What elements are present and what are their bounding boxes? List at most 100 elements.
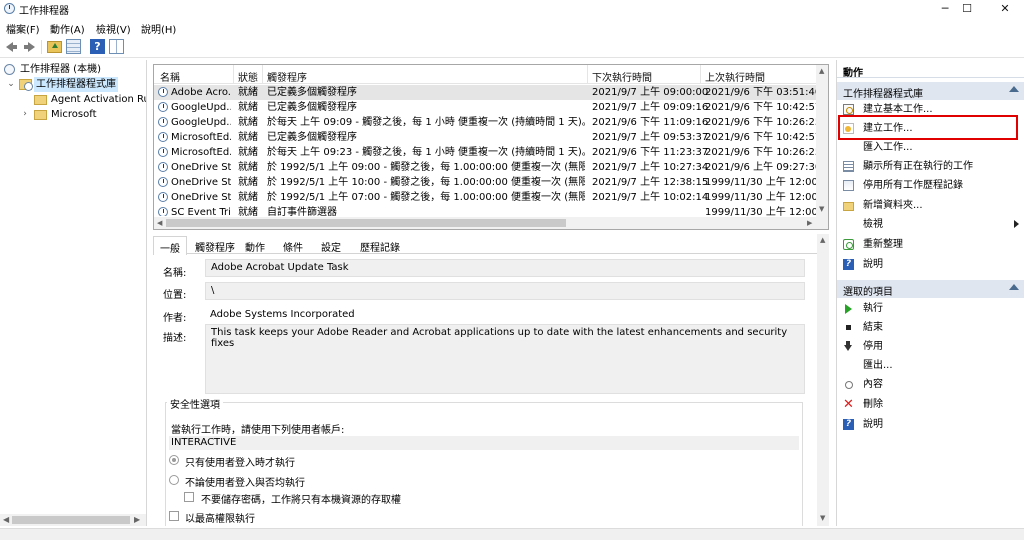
menu-view[interactable]: 檢視(V) [96,21,131,36]
column-header-status[interactable]: 狀態 [238,69,258,84]
task-list-horizontal-scrollbar[interactable]: ◀ ▶ [154,217,818,229]
task-next-run: 2021/9/6 下午 11:23:37 [592,147,709,158]
scroll-right-icon[interactable]: ▶ [807,219,812,227]
tab-triggers[interactable]: 觸發程序 [195,239,235,254]
chevron-down-icon[interactable]: ⌄ [6,77,16,92]
action-properties[interactable]: 內容 [837,375,1024,394]
table-row[interactable]: GoogleUpd... 就緒 於每天 上午 09:09 - 觸發之後，每 1 … [154,115,818,130]
table-row[interactable]: GoogleUpd... 就緒 已定義多個觸發程序 2021/9/7 上午 09… [154,100,818,115]
location-field[interactable]: \ [205,282,805,300]
task-name: SC Event Tri... [171,207,231,216]
menu-action[interactable]: 動作(A) [50,21,85,36]
scroll-up-icon[interactable]: ▲ [819,67,824,75]
task-next-run: 2021/9/7 上午 09:09:16 [592,102,709,113]
collapse-up-icon[interactable] [1009,284,1019,290]
run-as-text: 當執行工作時，請使用下列使用者帳戶: [171,425,345,436]
logged-on-only-radio[interactable] [169,455,179,465]
column-divider[interactable] [700,65,701,84]
actions-pane-title: 動作 [837,60,1024,79]
tree-root-label: 工作排程器 (本機) [20,64,101,75]
detail-vertical-scrollbar[interactable]: ▲ ▼ [817,234,829,526]
tree-horizontal-scrollbar[interactable]: ◀ ▶ [0,514,146,526]
menu-help[interactable]: 說明(H) [141,21,176,36]
table-row[interactable]: OneDrive St... 就緒 於 1992/5/1 上午 09:00 - … [154,160,818,175]
task-last-run: 2021/9/6 下午 10:42:57 [705,132,817,143]
scroll-down-icon[interactable]: ▼ [820,514,825,522]
column-header-name[interactable]: 名稱 [160,69,180,84]
help-icon[interactable]: ? [90,39,105,54]
collapse-up-icon[interactable] [1009,86,1019,92]
section-selected-item[interactable]: 選取的項目 [837,280,1024,298]
table-row[interactable]: OneDrive St... 就緒 於 1992/5/1 上午 07:00 - … [154,190,818,205]
action-view[interactable]: 檢視 [837,215,1024,234]
action-import-task[interactable]: 匯入工作... [837,138,1024,157]
task-trigger: 已定義多個觸發程序 [267,87,357,98]
action-run[interactable]: 執行 [837,299,1024,318]
action-new-folder[interactable]: 新增資料夾... [837,196,1024,215]
maximize-button[interactable]: ☐ [948,0,986,17]
section-library[interactable]: 工作排程器程式庫 [837,82,1024,100]
scroll-thumb[interactable] [12,516,130,524]
column-header-trigger[interactable]: 觸發程序 [267,69,307,84]
delete-x-icon: ✕ [843,397,854,412]
action-refresh[interactable]: 重新整理 [837,235,1024,254]
description-field[interactable]: This task keeps your Adobe Reader and Ac… [205,324,805,394]
name-field[interactable]: Adobe Acrobat Update Task [205,259,805,277]
highest-privileges-checkbox[interactable] [169,511,179,521]
task-trigger: 於每天 上午 09:09 - 觸發之後，每 1 小時 便重複一次 (持續時間 1… [267,117,585,128]
tree-item-agent-activation[interactable]: Agent Activation Runtime [0,92,146,107]
table-row[interactable]: OneDrive St... 就緒 於 1992/5/1 上午 10:00 - … [154,175,818,190]
show-hide-action-pane-icon[interactable] [109,39,124,54]
tree-library-label: 工作排程器程式庫 [34,77,118,92]
table-row[interactable]: MicrosoftEd... 就緒 已定義多個觸發程序 2021/9/7 上午 … [154,130,818,145]
task-trigger: 於 1992/5/1 上午 07:00 - 觸發之後，每 1.00:00:00 … [267,192,585,203]
action-export[interactable]: 匯出... [837,356,1024,375]
tab-general[interactable]: 一般 [153,236,187,255]
forward-arrow-icon[interactable] [22,39,37,54]
table-row[interactable]: Adobe Acro... 就緒 已定義多個觸發程序 2021/9/7 上午 0… [154,85,818,100]
library-folder-icon [19,79,33,91]
tree-item-label: Microsoft [51,109,97,120]
column-header-next-run[interactable]: 下次執行時間 [592,69,652,84]
task-list-vertical-scrollbar[interactable]: ▲ ▼ [816,65,828,229]
tab-actions[interactable]: 動作 [245,239,265,254]
task-name: GoogleUpd... [171,102,231,113]
whether-logged-on-radio[interactable] [169,475,179,485]
scroll-down-icon[interactable]: ▼ [819,205,824,213]
column-header-last-run[interactable]: 上次執行時間 [705,69,765,84]
action-help[interactable]: ? 說明 [837,255,1024,274]
tab-conditions[interactable]: 條件 [283,239,303,254]
task-status: 就緒 [238,87,258,98]
user-account-field[interactable]: INTERACTIVE [169,436,799,450]
action-end[interactable]: 結束 [837,318,1024,337]
table-row[interactable]: MicrosoftEd... 就緒 於每天 上午 09:23 - 觸發之後，每 … [154,145,818,160]
tree-root[interactable]: 工作排程器 (本機) [0,62,146,77]
show-hide-console-tree-icon[interactable] [66,39,81,54]
up-folder-icon[interactable] [47,41,62,53]
close-button[interactable]: ✕ [986,0,1024,17]
disable-arrow-icon [843,341,854,352]
tree-library[interactable]: ⌄ 工作排程器程式庫 [0,77,146,92]
scroll-thumb[interactable] [166,219,566,227]
action-disable[interactable]: 停用 [837,337,1024,356]
scroll-right-icon[interactable]: ▶ [134,515,140,524]
scroll-up-icon[interactable]: ▲ [820,236,825,244]
action-show-running-tasks[interactable]: 顯示所有正在執行的工作 [837,157,1024,176]
do-not-store-password-checkbox[interactable] [184,492,194,502]
column-divider[interactable] [587,65,588,84]
scroll-left-icon[interactable]: ◀ [3,515,9,524]
action-help-selected[interactable]: ? 說明 [837,415,1024,434]
task-status: 就緒 [238,177,258,188]
action-delete[interactable]: ✕ 刪除 [837,395,1024,414]
column-divider[interactable] [233,65,234,84]
tab-history[interactable]: 歷程記錄 [360,239,400,254]
tree-item-microsoft[interactable]: › Microsoft [0,107,146,122]
back-arrow-icon[interactable] [4,39,19,54]
column-divider[interactable] [262,65,263,84]
action-disable-all-history[interactable]: 停用所有工作歷程記錄 [837,176,1024,195]
table-row[interactable]: SC Event Tri... 就緒 自訂事件篩選器 1999/11/30 上午… [154,205,818,216]
menu-file[interactable]: 檔案(F) [6,21,40,36]
tab-settings[interactable]: 設定 [321,239,341,254]
scroll-left-icon[interactable]: ◀ [157,219,162,227]
chevron-right-icon[interactable]: › [20,107,30,122]
